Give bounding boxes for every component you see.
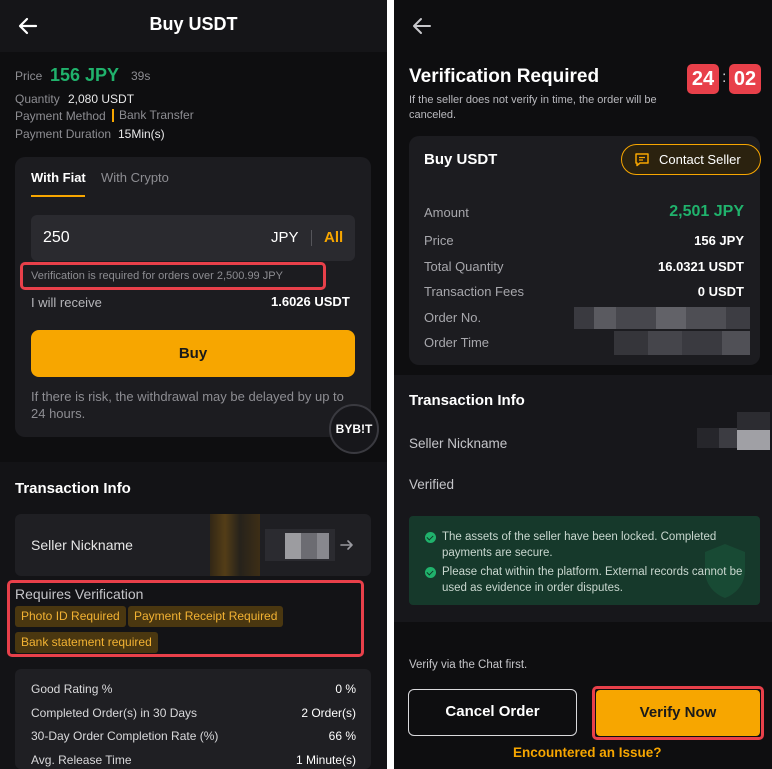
- price-value: 156 JPY: [50, 65, 120, 85]
- chip-payment-receipt: Payment Receipt Required: [128, 606, 284, 627]
- amount-value[interactable]: 250: [43, 229, 70, 247]
- stat-label: Completed Order(s) in 30 Days: [31, 706, 198, 720]
- requires-verification-title: Requires Verification: [15, 586, 144, 602]
- stat-value: 66 %: [328, 729, 356, 743]
- all-button[interactable]: All: [324, 229, 343, 246]
- row-value: 156 JPY: [694, 233, 744, 248]
- quantity-value: 2,080 USDT: [68, 92, 135, 106]
- back-arrow-icon[interactable]: [410, 14, 434, 38]
- order-card-title: Buy USDT: [424, 151, 498, 168]
- payment-method-label: Payment Method: [15, 109, 106, 123]
- order-row-amount: Amount 2,501 JPY: [424, 203, 744, 221]
- tab-with-crypto[interactable]: With Crypto: [101, 170, 169, 185]
- row-label: Price: [424, 233, 454, 248]
- notice-text: The assets of the seller have been locke…: [442, 531, 717, 559]
- security-notice: The assets of the seller have been locke…: [409, 516, 760, 605]
- check-circle-icon: [425, 532, 436, 543]
- row-label: Order No.: [424, 310, 482, 325]
- verification-subtitle: If the seller does not verify in time, t…: [409, 94, 657, 121]
- bybit-logo-badge[interactable]: BYB!T: [329, 404, 379, 454]
- stat-row-release-time: Avg. Release Time 1 Minute(s): [31, 753, 356, 767]
- transaction-info-title: Transaction Info: [15, 480, 131, 497]
- payment-duration-value: 15Min(s): [118, 127, 165, 141]
- chat-hint: Verify via the Chat first.: [409, 659, 528, 671]
- arrow-right-icon[interactable]: [339, 537, 355, 553]
- quantity-label: Quantity: [15, 92, 60, 106]
- stat-value: 2 Order(s): [301, 706, 356, 720]
- risk-note: If there is risk, the withdrawal may be …: [31, 389, 344, 421]
- input-divider: [311, 230, 312, 246]
- tab-with-fiat[interactable]: With Fiat: [31, 170, 86, 185]
- notice-text: Please chat within the platform. Externa…: [442, 566, 743, 594]
- stat-label: 30-Day Order Completion Rate (%): [31, 729, 219, 743]
- verification-note: Verification is required for orders over…: [31, 270, 283, 282]
- order-row-total-quantity: Total Quantity 16.0321 USDT: [424, 259, 744, 274]
- verification-screen: Verification Required 24 : 02 If the sel…: [394, 0, 772, 769]
- price-countdown: 39s: [131, 69, 151, 83]
- row-value: 16.0321 USDT: [658, 259, 744, 274]
- buy-button[interactable]: Buy: [31, 330, 355, 377]
- seller-avatar-blur: [265, 529, 335, 561]
- chip-photo-id: Photo ID Required: [15, 606, 126, 627]
- contact-seller-label: Contact Seller: [659, 152, 741, 167]
- verified-label: Verified: [409, 477, 455, 492]
- timer-separator: :: [722, 69, 727, 86]
- order-row-fees: Transaction Fees 0 USDT: [424, 284, 744, 299]
- amount-input[interactable]: [31, 215, 355, 261]
- stat-label: Good Rating %: [31, 682, 113, 696]
- transaction-info-title: Transaction Info: [409, 392, 525, 409]
- amount-value: 2,501 JPY: [669, 203, 744, 220]
- verification-title: Verification Required: [409, 66, 600, 87]
- timer-minutes: 24: [687, 64, 719, 94]
- payment-duration-label: Payment Duration: [15, 127, 112, 141]
- chip-bank-statement: Bank statement required: [15, 632, 158, 653]
- encountered-issue-link[interactable]: Encountered an Issue?: [513, 745, 662, 760]
- timer-seconds: 02: [729, 64, 761, 94]
- row-label: Order Time: [424, 335, 490, 350]
- seller-nickname-label: Seller Nickname: [409, 436, 508, 451]
- price-label: Price: [15, 69, 43, 83]
- seller-nickname-label: Seller Nickname: [31, 537, 133, 553]
- top-bar: Buy USDT: [0, 0, 387, 52]
- cancel-order-button[interactable]: Cancel Order: [408, 689, 577, 736]
- contact-seller-button[interactable]: Contact Seller: [621, 144, 761, 175]
- payment-method-value: Bank Transfer: [119, 108, 194, 122]
- stat-label: Avg. Release Time: [31, 753, 132, 767]
- stat-value: 1 Minute(s): [295, 753, 356, 767]
- active-tab-indicator: [31, 195, 85, 197]
- verify-now-button[interactable]: Verify Now: [596, 690, 760, 736]
- redacted-seller-name: [697, 410, 770, 462]
- amount-currency: JPY: [271, 229, 299, 246]
- stat-row-completion-rate: 30-Day Order Completion Rate (%) 66 %: [31, 729, 356, 743]
- receive-label: I will receive: [31, 295, 102, 310]
- receive-value: 1.6026 USDT: [271, 294, 350, 309]
- order-row-price: Price 156 JPY: [424, 233, 744, 248]
- check-circle-icon: [425, 567, 436, 578]
- stat-row-good-rating: Good Rating % 0 %: [31, 682, 356, 696]
- row-label: Total Quantity: [424, 259, 504, 274]
- page-title: Buy USDT: [149, 14, 238, 34]
- row-value: 0 USDT: [697, 284, 744, 299]
- chat-icon: [635, 153, 649, 167]
- stat-row-completed-orders: Completed Order(s) in 30 Days 2 Order(s): [31, 706, 356, 720]
- notice-item: Please chat within the platform. Externa…: [425, 564, 746, 596]
- redacted-order-details: [574, 307, 750, 357]
- stat-value: 0 %: [335, 682, 356, 696]
- seller-banner-image: [210, 514, 260, 576]
- buy-usdt-screen: Buy USDT Price 156 JPY 39s Quantity 2,08…: [0, 0, 387, 769]
- payment-method-marker: [112, 109, 114, 122]
- notice-item: The assets of the seller have been locke…: [425, 529, 746, 561]
- row-label: Amount: [424, 205, 469, 220]
- row-label: Transaction Fees: [424, 284, 524, 299]
